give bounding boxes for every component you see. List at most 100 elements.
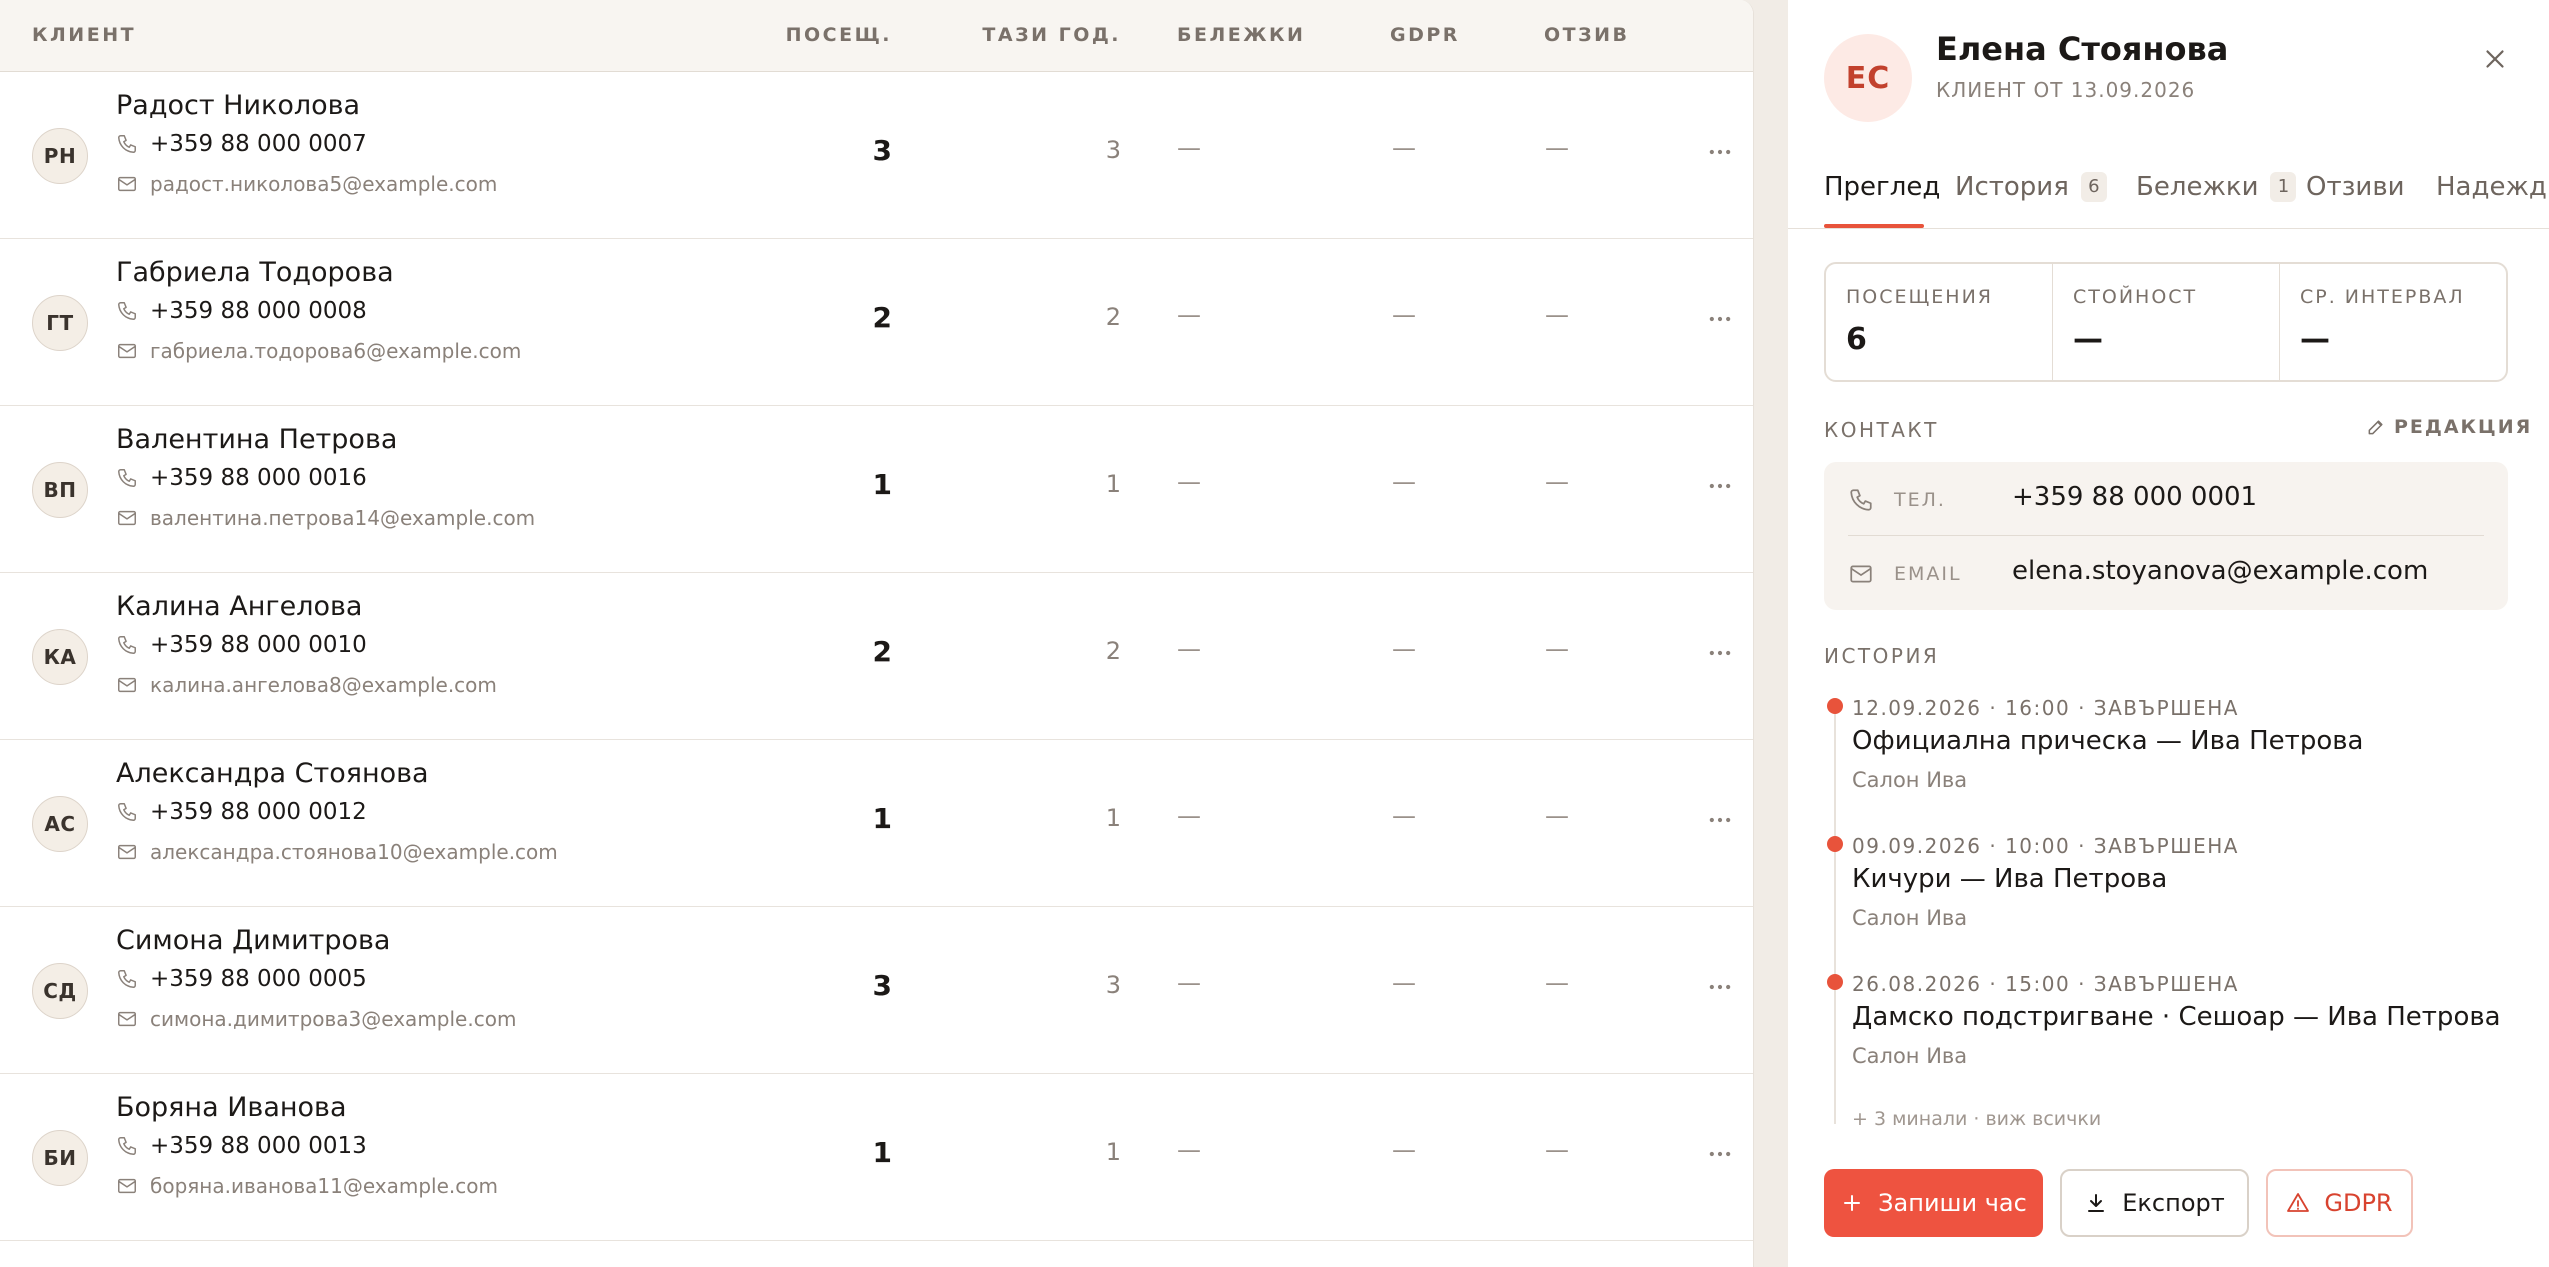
more-icon[interactable] <box>1706 1140 1734 1168</box>
timeline-dot <box>1827 698 1843 714</box>
header-this-year[interactable]: ТАЗИ ГОД. <box>0 24 1121 46</box>
edit-contact-label: РЕДАКЦИЯ <box>2394 416 2533 438</box>
contact-box: ТЕЛ. +359 88 000 0001 EMAIL elena.stoyan… <box>1824 462 2508 610</box>
table-row[interactable]: ВП Валентина Петрова +359 88 000 0016 вален… <box>0 406 1753 573</box>
book-appointment-label: Запиши час <box>1878 1189 2027 1217</box>
timeline-dot <box>1827 974 1843 990</box>
client-email: симона.димитрова3@example.com <box>116 1007 516 1031</box>
this-year-count: 1 <box>1105 1138 1121 1166</box>
gdpr-button[interactable]: GDPR <box>2266 1169 2413 1237</box>
review-value: — <box>1545 635 1569 663</box>
close-icon <box>2486 50 2504 68</box>
history-item-location: Салон Ива <box>1852 1044 1968 1068</box>
history-item-title: Кичури — Ива Петрова <box>1852 864 2168 894</box>
tab-reliability[interactable]: Надеждн <box>2436 172 2549 202</box>
export-button[interactable]: Експорт <box>2060 1169 2249 1237</box>
client-email-value: радост.николова5@example.com <box>150 172 498 196</box>
mail-icon <box>116 1008 138 1030</box>
review-value: — <box>1545 802 1569 830</box>
tab-history[interactable]: История 6 <box>1955 172 2107 202</box>
client-email-value: симона.димитрова3@example.com <box>150 1007 517 1031</box>
this-year-count: 3 <box>1105 136 1121 164</box>
close-button[interactable] <box>2480 44 2510 74</box>
more-icon[interactable] <box>1706 305 1734 333</box>
table-row[interactable]: ГТ Габриела Тодорова +359 88 000 0008 габри… <box>0 239 1753 406</box>
contact-phone-row[interactable]: ТЕЛ. +359 88 000 0001 <box>1824 462 2508 536</box>
contact-phone-value[interactable]: +359 88 000 0001 <box>2012 482 2257 512</box>
panel-tabs: Преглед История 6 Бележки 1 Отзиви Надеж… <box>1788 150 2549 229</box>
review-value: — <box>1545 969 1569 997</box>
client-name[interactable]: Габриела Тодорова <box>116 257 394 288</box>
warning-icon <box>2287 1193 2310 1212</box>
table-row[interactable]: РН Радост Николова +359 88 000 0007 радост.… <box>0 72 1753 239</box>
active-tab-indicator <box>1824 224 1924 228</box>
mail-icon <box>116 340 138 362</box>
contact-phone-label: ТЕЛ. <box>1894 489 1946 511</box>
client-name: Елена Стоянова <box>1936 30 2229 68</box>
stat-value: СТОЙНОСТ — <box>2053 264 2280 380</box>
mail-icon <box>116 173 138 195</box>
history-see-all-link[interactable]: + 3 минали · виж всички <box>1852 1108 2101 1130</box>
client-email: габриела.тодорова6@example.com <box>116 339 521 363</box>
client-email: калина.ангелова8@example.com <box>116 673 497 697</box>
tab-notes[interactable]: Бележки 1 <box>2136 172 2297 202</box>
book-appointment-button[interactable]: Запиши час <box>1824 1169 2043 1237</box>
this-year-count: 1 <box>1105 804 1121 832</box>
notes-value: — <box>1177 635 1201 663</box>
table-row[interactable]: АС Александра Стоянова +359 88 000 0012 але… <box>0 740 1753 907</box>
client-name[interactable]: Симона Димитрова <box>116 925 390 956</box>
plus-icon <box>1844 1195 1861 1211</box>
header-gdpr[interactable]: GDPR <box>1390 24 1460 46</box>
more-icon[interactable] <box>1706 138 1734 166</box>
tab-overview-label: Преглед <box>1824 172 1941 202</box>
tab-overview[interactable]: Преглед <box>1824 172 1940 202</box>
gdpr-value: — <box>1392 134 1416 162</box>
contact-email-label: EMAIL <box>1894 563 1962 585</box>
mail-icon <box>116 507 138 529</box>
header-notes[interactable]: БЕЛЕЖКИ <box>1177 24 1305 46</box>
more-icon[interactable] <box>1706 973 1734 1001</box>
gdpr-value: — <box>1392 802 1416 830</box>
notes-value: — <box>1177 134 1201 162</box>
mail-icon <box>1848 561 1874 587</box>
stat-visits-label: ПОСЕЩЕНИЯ <box>1846 286 1994 308</box>
client-email-value: боряна.иванова11@example.com <box>150 1174 498 1198</box>
client-name[interactable]: Александра Стоянова <box>116 758 429 789</box>
table-row[interactable]: КА Калина Ангелова +359 88 000 0010 калина.… <box>0 573 1753 740</box>
stat-value-value: — <box>2073 322 2103 357</box>
more-icon[interactable] <box>1706 806 1734 834</box>
client-email-value: габриела.тодорова6@example.com <box>150 339 522 363</box>
more-icon[interactable] <box>1706 639 1734 667</box>
stats-card: ПОСЕЩЕНИЯ 6 СТОЙНОСТ — СР. ИНТЕРВАЛ — <box>1824 262 2508 382</box>
gdpr-value: — <box>1392 301 1416 329</box>
contact-email-row[interactable]: EMAIL elena.stoyanova@example.com <box>1824 536 2508 610</box>
client-name[interactable]: Боряна Иванова <box>116 1092 347 1123</box>
client-email: валентина.петрова14@example.com <box>116 506 535 530</box>
client-email-value: валентина.петрова14@example.com <box>150 506 536 530</box>
history-item-meta: 09.09.2026 · 10:00 · ЗАВЪРШЕНА <box>1852 834 2239 858</box>
more-icon[interactable] <box>1706 472 1734 500</box>
this-year-count: 2 <box>1105 637 1121 665</box>
notes-value: — <box>1177 1136 1201 1164</box>
history-item[interactable]: 12.09.2026 · 16:00 · ЗАВЪРШЕНА Официална … <box>1824 690 2524 820</box>
table-row[interactable]: БИ Боряна Иванова +359 88 000 0013 боряна.и… <box>0 1074 1753 1241</box>
stat-interval-value: — <box>2300 322 2330 357</box>
mail-icon <box>116 1175 138 1197</box>
history-item[interactable]: 09.09.2026 · 10:00 · ЗАВЪРШЕНА Кичури — И… <box>1824 828 2524 958</box>
client-name[interactable]: Валентина Петрова <box>116 424 397 455</box>
gdpr-value: — <box>1392 468 1416 496</box>
review-value: — <box>1545 134 1569 162</box>
tab-reviews[interactable]: Отзиви <box>2306 172 2405 202</box>
client-name[interactable]: Радост Николова <box>116 90 360 121</box>
history-item[interactable]: 26.08.2026 · 15:00 · ЗАВЪРШЕНА Дамско под… <box>1824 966 2524 1096</box>
client-email-value: александра.стоянова10@example.com <box>150 840 558 864</box>
contact-email-value[interactable]: elena.stoyanova@example.com <box>2012 556 2428 586</box>
table-row[interactable]: СД Симона Димитрова +359 88 000 0005 симона… <box>0 907 1753 1074</box>
stat-visits: ПОСЕЩЕНИЯ 6 <box>1826 264 2053 380</box>
tab-history-label: История <box>1955 172 2069 202</box>
contact-section-title: КОНТАКТ <box>1824 418 1939 442</box>
header-review[interactable]: ОТЗИВ <box>1544 24 1630 46</box>
tab-reliability-label: Надеждн <box>2436 172 2549 202</box>
edit-contact-button[interactable]: РЕДАКЦИЯ <box>2366 416 2532 438</box>
client-name[interactable]: Калина Ангелова <box>116 591 362 622</box>
